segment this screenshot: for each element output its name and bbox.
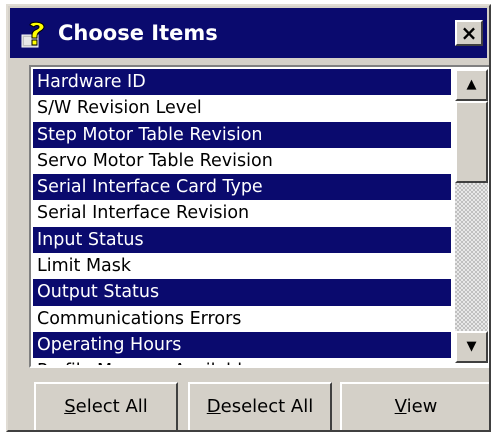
view-label: iew (406, 396, 438, 417)
title-bar[interactable]: Choose Items × (10, 8, 487, 58)
arrow-down-icon: ▼ (466, 339, 477, 354)
items-listbox[interactable]: Hardware ID S/W Revision Level Step Motor … (29, 65, 489, 368)
close-button[interactable]: × (455, 20, 483, 46)
scroll-up-button[interactable]: ▲ (455, 69, 488, 101)
deselect-all-hotkey: D (206, 396, 221, 417)
list-item[interactable]: Communications Errors (33, 305, 451, 332)
close-icon: × (460, 21, 478, 45)
choose-items-dialog: Choose Items × Hardware ID S/W Revision L… (6, 4, 491, 432)
select-all-button[interactable]: Select All (34, 382, 178, 430)
scroll-down-button[interactable]: ▼ (455, 331, 488, 363)
list-item[interactable]: Profile Memory Available (33, 358, 451, 365)
list-item[interactable]: Hardware ID (33, 69, 451, 96)
vertical-scrollbar[interactable]: ▲ ▼ (455, 69, 488, 363)
select-all-label: elect All (75, 396, 148, 417)
arrow-up-icon: ▲ (466, 77, 477, 92)
view-button[interactable]: View (340, 382, 489, 430)
list-item[interactable]: Step Motor Table Revision (33, 121, 451, 148)
deselect-all-button[interactable]: Deselect All (188, 382, 332, 430)
list-item[interactable]: Serial Interface Card Type (33, 174, 451, 201)
list-item[interactable]: Output Status (33, 279, 451, 306)
items-list: Hardware ID S/W Revision Level Step Motor … (33, 69, 451, 365)
list-item[interactable]: Limit Mask (33, 253, 451, 280)
list-item[interactable]: Serial Interface Revision (33, 200, 451, 227)
list-item[interactable]: Servo Motor Table Revision (33, 147, 451, 175)
select-all-hotkey: S (64, 396, 76, 417)
list-item[interactable]: S/W Revision Level (33, 95, 451, 122)
dialog-title: Choose Items (58, 21, 218, 45)
deselect-all-label: eselect All (220, 396, 314, 417)
view-hotkey: V (394, 396, 407, 417)
list-item[interactable]: Operating Hours (33, 331, 451, 359)
list-item[interactable]: Input Status (33, 226, 451, 254)
help-question-icon (21, 21, 45, 48)
scroll-thumb[interactable] (455, 101, 488, 183)
